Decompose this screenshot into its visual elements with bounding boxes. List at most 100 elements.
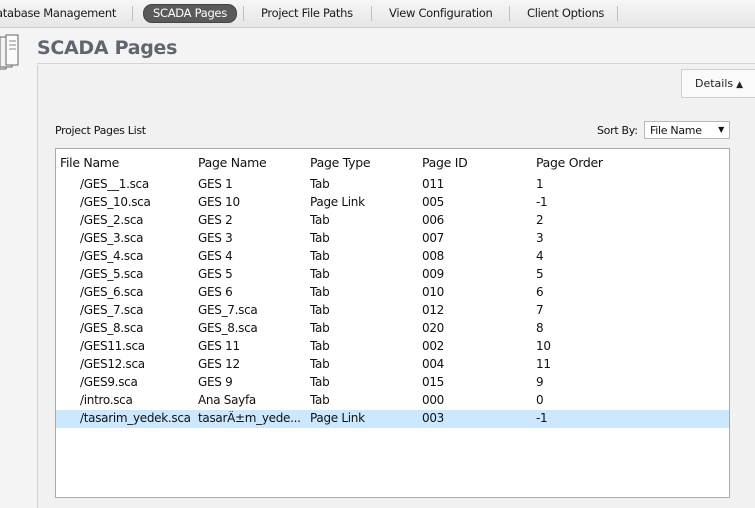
cell-page-type: Tab	[310, 213, 330, 227]
table-row[interactable]: /GES_4.sca GES 4 Tab 008 4	[56, 248, 729, 266]
cell-file-name: /tasarim_yedek.sca	[80, 411, 191, 425]
column-header-page-name[interactable]: Page Name	[198, 155, 310, 170]
cell-file-name: /GES_6.sca	[80, 285, 144, 299]
table-row[interactable]: /GES_7.sca GES_7.sca Tab 012 7	[56, 302, 729, 320]
cell-page-type: Tab	[310, 321, 330, 335]
table-row[interactable]: /GES__1.sca GES 1 Tab 011 1	[56, 176, 729, 194]
cell-file-name: /GES11.sca	[80, 339, 145, 353]
cell-page-name: GES 6	[198, 285, 233, 299]
cell-page-id: 006	[422, 213, 445, 227]
cell-page-name: GES_8.sca	[198, 321, 258, 335]
cell-page-order: -1	[536, 411, 548, 425]
nav-scada-pages[interactable]: SCADA Pages	[143, 4, 237, 23]
cell-page-id: 015	[422, 375, 445, 389]
table-row[interactable]: /GES_8.sca GES_8.sca Tab 020 8	[56, 320, 729, 338]
cell-page-type: Tab	[310, 267, 330, 281]
nav-project-file-paths[interactable]: Project File Paths	[261, 6, 353, 20]
table-row[interactable]: /GES_10.sca GES 10 Page Link 005 -1	[56, 194, 729, 212]
table-row[interactable]: /GES_5.sca GES 5 Tab 009 5	[56, 266, 729, 284]
cell-file-name: /GES_7.sca	[80, 303, 144, 317]
cell-page-type: Tab	[310, 303, 330, 317]
cell-page-id: 020	[422, 321, 445, 335]
sort-by-label: Sort By:	[597, 124, 638, 137]
cell-file-name: /GES_3.sca	[80, 231, 144, 245]
cell-page-name: GES 12	[198, 357, 240, 371]
cell-page-order: 2	[536, 213, 544, 227]
sort-by-value: File Name	[650, 124, 702, 137]
column-header-page-id[interactable]: Page ID	[422, 155, 534, 170]
cell-page-id: 010	[422, 285, 445, 299]
page-title: SCADA Pages	[37, 37, 178, 59]
cell-page-id: 004	[422, 357, 445, 371]
cell-file-name: /GES__1.sca	[80, 177, 149, 191]
cell-page-type: Page Link	[310, 411, 365, 425]
cell-page-name: GES_7.sca	[198, 303, 258, 317]
cell-page-id: 008	[422, 249, 445, 263]
table-row[interactable]: /GES_6.sca GES 6 Tab 010 6	[56, 284, 729, 302]
cell-page-type: Tab	[310, 177, 330, 191]
column-header-page-order[interactable]: Page Order	[536, 155, 686, 170]
sort-by-select[interactable]: File Name ▼	[644, 121, 730, 139]
column-header-page-type[interactable]: Page Type	[310, 155, 420, 170]
cell-page-order: 10	[536, 339, 551, 353]
nav-separator	[617, 6, 618, 21]
cell-page-id: 007	[422, 231, 445, 245]
cell-page-id: 002	[422, 339, 445, 353]
project-pages-list-label: Project Pages List	[55, 124, 146, 137]
cell-page-type: Tab	[310, 375, 330, 389]
cell-page-name: GES 5	[198, 267, 233, 281]
cell-page-order: 3	[536, 231, 544, 245]
cell-page-name: GES 10	[198, 195, 240, 209]
caret-up-icon: ▲	[736, 80, 744, 90]
cell-page-id: 000	[422, 393, 445, 407]
details-label: Details	[694, 77, 734, 90]
cell-page-order: 8	[536, 321, 544, 335]
table-row[interactable]: /GES11.sca GES 11 Tab 002 10	[56, 338, 729, 356]
table-row[interactable]: /GES_3.sca GES 3 Tab 007 3	[56, 230, 729, 248]
project-pages-list[interactable]: File Name Page Name Page Type Page ID Pa…	[55, 148, 730, 498]
cell-file-name: /GES_5.sca	[80, 267, 144, 281]
cell-page-type: Tab	[310, 231, 330, 245]
nav-separator	[132, 6, 133, 21]
cell-page-id: 012	[422, 303, 445, 317]
cell-file-name: /GES12.sca	[80, 357, 145, 371]
cell-file-name: /GES_10.sca	[80, 195, 151, 209]
cell-page-order: 1	[536, 177, 544, 191]
cell-page-order: 9	[536, 375, 544, 389]
cell-page-name: GES 3	[198, 231, 233, 245]
cell-page-order: 11	[536, 357, 551, 371]
nav-separator	[509, 6, 510, 21]
pages-icon	[0, 34, 19, 70]
list-header: File Name Page Name Page Type Page ID Pa…	[56, 154, 729, 172]
cell-page-id: 011	[422, 177, 445, 191]
cell-page-id: 005	[422, 195, 445, 209]
cell-page-type: Page Link	[310, 195, 365, 209]
cell-page-name: Ana Sayfa	[198, 393, 256, 407]
cell-page-name: GES 11	[198, 339, 240, 353]
title-divider	[37, 63, 755, 64]
nav-database-management[interactable]: atabase Management	[0, 6, 116, 20]
table-row[interactable]: /GES12.sca GES 12 Tab 004 11	[56, 356, 729, 374]
table-row[interactable]: /intro.sca Ana Sayfa Tab 000 0	[56, 392, 729, 410]
cell-file-name: /intro.sca	[80, 393, 133, 407]
cell-page-order: 7	[536, 303, 544, 317]
nav-separator	[371, 6, 372, 21]
table-row[interactable]: /GES_2.sca GES 2 Tab 006 2	[56, 212, 729, 230]
column-header-file-name[interactable]: File Name	[60, 155, 196, 170]
cell-page-order: 6	[536, 285, 544, 299]
cell-page-type: Tab	[310, 339, 330, 353]
nav-client-options[interactable]: Client Options	[527, 6, 604, 20]
cell-page-order: 0	[536, 393, 544, 407]
cell-page-name: GES 2	[198, 213, 233, 227]
nav-view-configuration[interactable]: View Configuration	[389, 6, 493, 20]
details-toggle-button[interactable]: Details ▲	[681, 69, 755, 98]
table-row[interactable]: /tasarim_yedek.sca tasarÄ±m_yede... Page L…	[56, 410, 729, 428]
chevron-down-icon: ▼	[718, 125, 724, 134]
cell-page-id: 009	[422, 267, 445, 281]
cell-file-name: /GES_4.sca	[80, 249, 144, 263]
cell-file-name: /GES_8.sca	[80, 321, 144, 335]
table-row[interactable]: /GES9.sca GES 9 Tab 015 9	[56, 374, 729, 392]
cell-file-name: /GES9.sca	[80, 375, 138, 389]
cell-page-name: tasarÄ±m_yede...	[198, 411, 301, 425]
cell-page-type: Tab	[310, 393, 330, 407]
